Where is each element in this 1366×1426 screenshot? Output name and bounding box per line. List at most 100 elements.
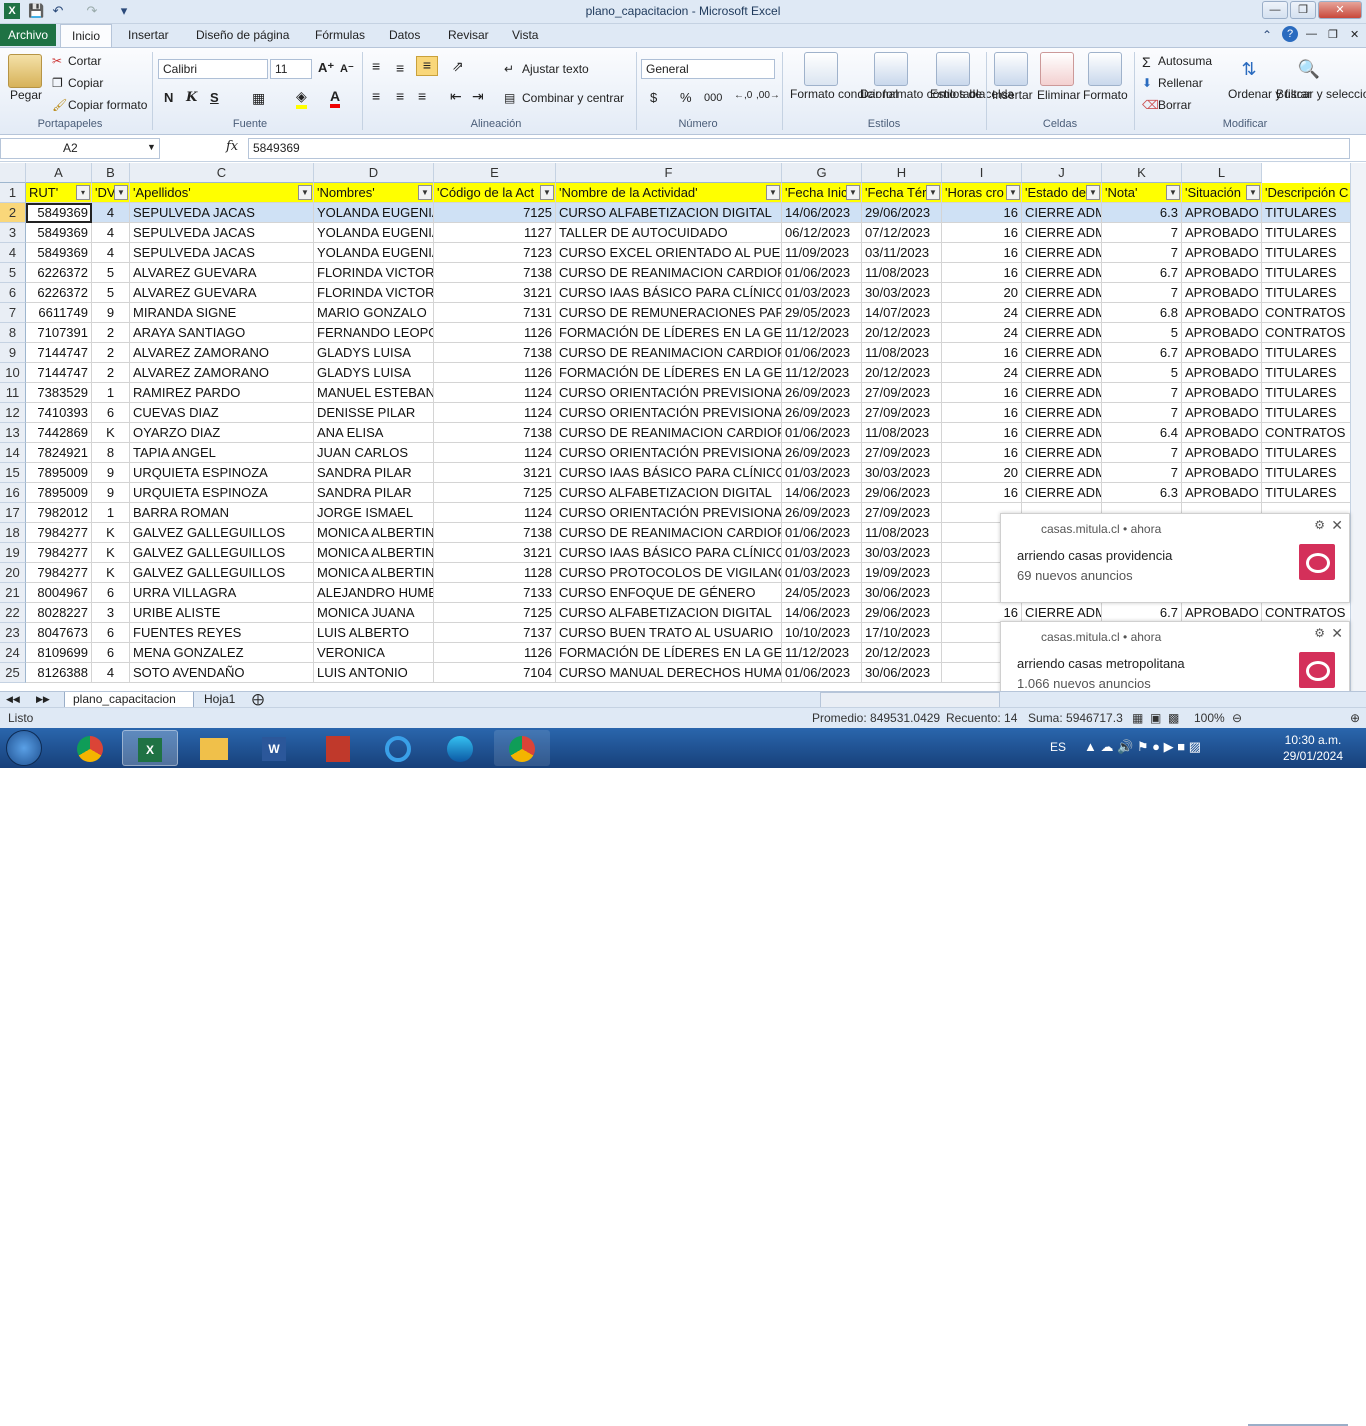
table-cell[interactable]: CIERRE ADMI	[1022, 363, 1102, 383]
header-cell[interactable]: 'DV ▼	[92, 183, 130, 203]
table-cell[interactable]: TITULARES	[1262, 283, 1350, 303]
table-cell[interactable]: 16	[942, 263, 1022, 283]
table-cell[interactable]: 6.7	[1102, 603, 1182, 623]
table-cell[interactable]: 1124	[434, 503, 556, 523]
table-cell[interactable]: CURSO EXCEL ORIENTADO AL PUESTO	[556, 243, 782, 263]
table-cell[interactable]: MANUEL ESTEBAN	[314, 383, 434, 403]
tab-inicio[interactable]: Inicio	[60, 24, 112, 48]
zoom-level[interactable]: 100%	[1194, 711, 1225, 725]
table-cell[interactable]: 1127	[434, 223, 556, 243]
table-cell[interactable]: APROBADO	[1182, 483, 1262, 503]
header-cell[interactable]: RUT' ▾	[26, 183, 92, 203]
table-cell[interactable]: 26/09/2023	[782, 403, 862, 423]
header-cell[interactable]: 'Descripción C	[1262, 183, 1350, 203]
row-header[interactable]: 8	[0, 323, 26, 343]
table-cell[interactable]: CURSO DE REMUNERACIONES PARA S	[556, 303, 782, 323]
insert-cells-icon[interactable]	[994, 52, 1028, 86]
doc-minimize-icon[interactable]: —	[1306, 28, 1317, 40]
doc-restore-icon[interactable]: ❐	[1328, 28, 1338, 41]
table-cell[interactable]: CURSO IAAS BÁSICO PARA CLÍNICOS	[556, 283, 782, 303]
wrap-text-icon[interactable]: ↵	[504, 62, 514, 76]
header-cell[interactable]: 'Estado de ▼	[1022, 183, 1102, 203]
tab-datos[interactable]: Datos	[389, 28, 420, 42]
table-cell[interactable]: MARIO GONZALO	[314, 303, 434, 323]
table-cell[interactable]: 26/09/2023	[782, 503, 862, 523]
table-cell[interactable]: GALVEZ GALLEGUILLOS	[130, 543, 314, 563]
table-cell[interactable]: FLORINDA VICTORI	[314, 283, 434, 303]
table-cell[interactable]: 8126388	[26, 663, 92, 683]
table-cell[interactable]: APROBADO	[1182, 383, 1262, 403]
align-bottom-icon[interactable]: ≡	[416, 56, 438, 76]
gear-icon[interactable]: ⚙	[1314, 626, 1325, 640]
table-cell[interactable]: 7895009	[26, 463, 92, 483]
zoom-in-icon[interactable]: ⊕	[1350, 711, 1360, 725]
font-size-combo[interactable]: 11	[270, 59, 312, 79]
column-header[interactable]: L	[1182, 163, 1262, 183]
word-icon[interactable]: W	[246, 730, 302, 766]
column-header[interactable]: H	[862, 163, 942, 183]
column-header[interactable]: C	[130, 163, 314, 183]
help-icon[interactable]: ?	[1282, 26, 1298, 42]
table-cell[interactable]: CIERRE ADMI	[1022, 323, 1102, 343]
tab-formulas[interactable]: Fórmulas	[315, 28, 365, 42]
table-cell[interactable]: 8	[92, 443, 130, 463]
filter-dropdown-icon[interactable]: ▾	[76, 185, 90, 200]
copy-icon[interactable]: ❐	[52, 76, 63, 90]
table-cell[interactable]: 6.4	[1102, 423, 1182, 443]
doc-close-icon[interactable]: ✕	[1350, 28, 1359, 41]
table-cell[interactable]: URQUIETA ESPINOZA	[130, 483, 314, 503]
sort-filter-icon[interactable]: ⇅	[1232, 52, 1266, 86]
table-cell[interactable]: 26/09/2023	[782, 443, 862, 463]
table-cell[interactable]: URIBE ALISTE	[130, 603, 314, 623]
table-cell[interactable]: FORMACIÓN DE LÍDERES EN LA GESTI	[556, 643, 782, 663]
table-cell[interactable]: 11/12/2023	[782, 643, 862, 663]
table-cell[interactable]: CURSO IAAS BÁSICO PARA CLÍNICOS	[556, 543, 782, 563]
table-cell[interactable]: 8004967	[26, 583, 92, 603]
table-cell[interactable]: 5	[92, 283, 130, 303]
clear-button[interactable]: Borrar	[1158, 98, 1191, 112]
table-cell[interactable]: 6.3	[1102, 203, 1182, 223]
tray-icons[interactable]: ▲ ☁ 🔊 ⚑ ● ▶ ■ ▨	[1084, 739, 1201, 755]
filter-dropdown-icon[interactable]: ▼	[1166, 185, 1180, 200]
table-cell[interactable]: CURSO MANUAL DERECHOS HUMANO	[556, 663, 782, 683]
table-cell[interactable]: CURSO ORIENTACIÓN PREVISIONAL I	[556, 503, 782, 523]
table-cell[interactable]: APROBADO	[1182, 323, 1262, 343]
edge-icon[interactable]	[432, 730, 488, 766]
table-cell[interactable]: ARAYA SANTIAGO	[130, 323, 314, 343]
format-cells-icon[interactable]	[1088, 52, 1122, 86]
table-cell[interactable]: 5849369	[26, 223, 92, 243]
table-cell[interactable]: GALVEZ GALLEGUILLOS	[130, 523, 314, 543]
table-cell[interactable]: URQUIETA ESPINOZA	[130, 463, 314, 483]
table-cell[interactable]: 20	[942, 463, 1022, 483]
zoom-out-icon[interactable]: ⊖	[1232, 711, 1242, 725]
table-cell[interactable]: K	[92, 563, 130, 583]
name-box[interactable]: A2	[0, 138, 160, 159]
header-cell[interactable]: 'Situación ▼	[1182, 183, 1262, 203]
header-cell[interactable]: 'Nombres' ▼	[314, 183, 434, 203]
column-header[interactable]: D	[314, 163, 434, 183]
table-cell[interactable]: CONTRATOS	[1262, 423, 1350, 443]
table-cell[interactable]: 29/05/2023	[782, 303, 862, 323]
table-cell[interactable]: APROBADO	[1182, 463, 1262, 483]
start-button[interactable]	[6, 730, 42, 766]
format-painter-button[interactable]: Copiar formato	[68, 98, 147, 112]
row-header[interactable]: 18	[0, 523, 26, 543]
align-right-icon[interactable]: ≡	[418, 88, 426, 104]
table-cell[interactable]: 01/03/2023	[782, 543, 862, 563]
table-cell[interactable]: CURSO ALFABETIZACION DIGITAL	[556, 203, 782, 223]
table-cell[interactable]: 26/09/2023	[782, 383, 862, 403]
table-cell[interactable]: FORMACIÓN DE LÍDERES EN LA GESTI	[556, 363, 782, 383]
ribbon-collapse-icon[interactable]: ⌃	[1262, 28, 1272, 42]
table-cell[interactable]: CURSO DE REANIMACION CARDIOPU	[556, 423, 782, 443]
row-header[interactable]: 12	[0, 403, 26, 423]
find-select-icon[interactable]: 🔍	[1292, 52, 1326, 86]
row-header[interactable]: 3	[0, 223, 26, 243]
header-cell[interactable]: 'Fecha Tér ▼	[862, 183, 942, 203]
formula-input[interactable]: 5849369	[248, 138, 1350, 159]
table-cell[interactable]: 3121	[434, 283, 556, 303]
table-cell[interactable]: 1	[92, 503, 130, 523]
page-layout-icon[interactable]: ▣	[1150, 711, 1161, 725]
table-cell[interactable]: 7982012	[26, 503, 92, 523]
table-cell[interactable]: FORMACIÓN DE LÍDERES EN LA GESTI	[556, 323, 782, 343]
align-left-icon[interactable]: ≡	[372, 88, 380, 104]
